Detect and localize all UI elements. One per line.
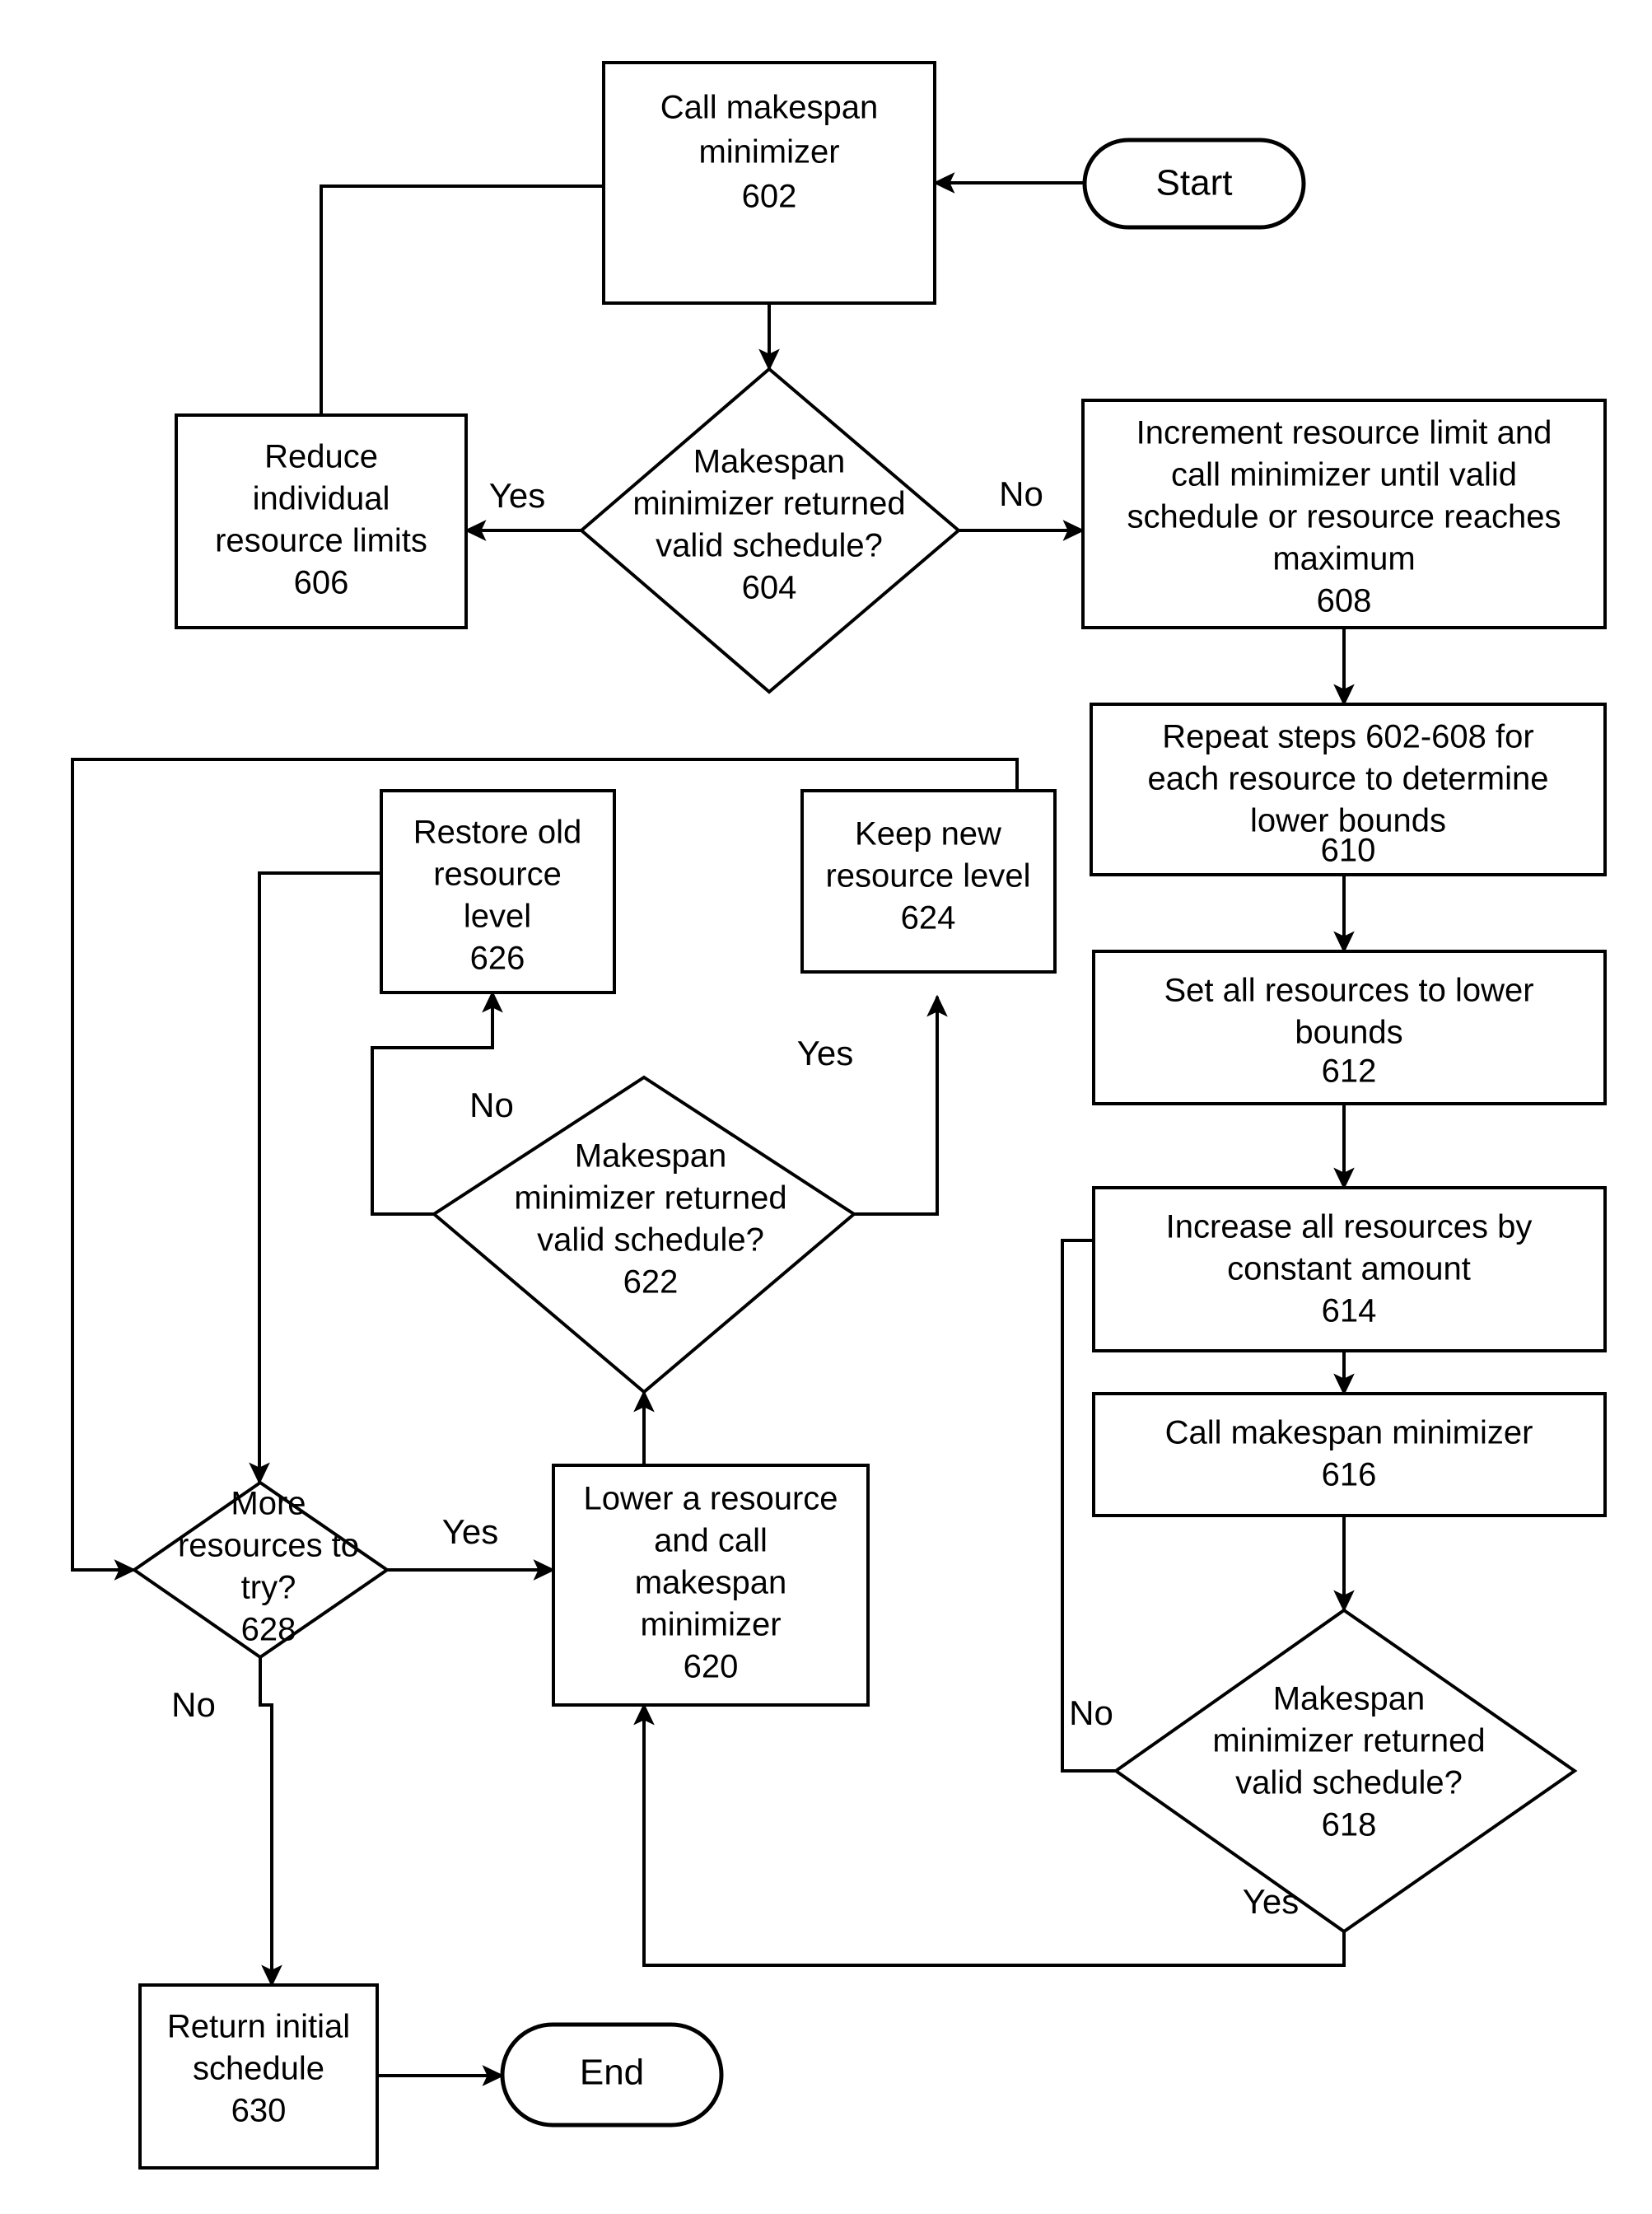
node-608-line-3: maximum xyxy=(1272,541,1415,577)
node-620-line-0: Lower a resource xyxy=(583,1481,838,1517)
node-602[interactable]: Call makespan minimizer 602 xyxy=(602,61,936,305)
node-616[interactable]: Call makespan minimizer 616 xyxy=(1092,1392,1607,1517)
node-614-line-1: constant amount xyxy=(1227,1251,1471,1287)
node-624-line-2: 624 xyxy=(901,900,956,937)
node-620-line-2: makespan xyxy=(635,1565,787,1601)
edge-label-604-no: No xyxy=(999,474,1043,513)
node-608-line-2: schedule or resource reaches xyxy=(1127,499,1561,535)
edge-label-618-yes: Yes xyxy=(1243,1882,1300,1921)
node-618-line-2: valid schedule? xyxy=(1235,1765,1463,1801)
node-616-line-1: 616 xyxy=(1322,1457,1377,1493)
node-606-line-3: 606 xyxy=(294,565,349,601)
node-628-line-1: resources to xyxy=(178,1528,359,1564)
node-624-line-1: resource level xyxy=(825,858,1030,894)
node-end[interactable]: End xyxy=(500,2022,724,2128)
node-622-line-1: minimizer returned xyxy=(514,1180,786,1217)
flowchart-svg: Start Call makespan minimizer 602 Makesp… xyxy=(71,61,1607,2170)
node-604-line-1: minimizer returned xyxy=(632,486,905,522)
node-628-line-2: try? xyxy=(241,1570,296,1606)
node-618-line-3: 618 xyxy=(1322,1807,1377,1843)
node-620[interactable]: Lower a resource and call makespan minim… xyxy=(552,1464,870,1707)
edge-label-622-yes: Yes xyxy=(797,1034,854,1072)
node-612-line-1: bounds xyxy=(1295,1015,1402,1051)
edge-label-604-yes: Yes xyxy=(489,476,546,515)
node-606-line-2: resource limits xyxy=(215,523,427,559)
node-626-line-2: level xyxy=(464,899,531,935)
node-626-line-1: resource xyxy=(433,857,562,893)
node-630-line-1: schedule xyxy=(193,2051,324,2087)
node-618-line-1: minimizer returned xyxy=(1212,1723,1485,1759)
node-628-line-0: More xyxy=(231,1486,306,1522)
node-622[interactable]: Makespan minimizer returned valid schedu… xyxy=(431,1075,857,1394)
node-612[interactable]: Set all resources to lower bounds 612 xyxy=(1092,950,1607,1105)
node-610-line-0: Repeat steps 602-608 for xyxy=(1162,719,1533,755)
node-620-line-3: minimizer xyxy=(640,1607,781,1643)
node-608-line-4: 608 xyxy=(1317,583,1372,619)
node-614-line-0: Increase all resources by xyxy=(1166,1209,1533,1245)
node-602-line-1: minimizer xyxy=(698,134,839,170)
edge-label-618-no: No xyxy=(1069,1693,1113,1732)
node-606-line-0: Reduce xyxy=(264,439,378,475)
node-616-line-0: Call makespan minimizer xyxy=(1165,1415,1533,1451)
node-610-line-1: each resource to determine xyxy=(1148,761,1549,797)
node-618[interactable]: Makespan minimizer returned valid schedu… xyxy=(1113,1608,1578,1934)
node-628-line-3: 628 xyxy=(241,1612,296,1648)
edge-628-no-to-630 xyxy=(259,1657,282,1987)
node-604-line-2: valid schedule? xyxy=(656,528,883,564)
edge-622-yes-to-624 xyxy=(854,994,948,1216)
node-624-line-0: Keep new xyxy=(855,816,1001,852)
node-604-line-0: Makespan xyxy=(693,444,846,480)
node-612-line-2: 612 xyxy=(1322,1053,1377,1090)
node-626-line-0: Restore old xyxy=(413,815,582,851)
node-622-line-2: valid schedule? xyxy=(537,1222,764,1259)
node-630-line-0: Return initial xyxy=(167,2009,350,2045)
node-606-line-1: individual xyxy=(253,481,390,517)
node-608-line-1: call minimizer until valid xyxy=(1171,457,1517,493)
node-608[interactable]: Increment resource limit and call minimi… xyxy=(1081,399,1607,629)
node-630-line-2: 630 xyxy=(231,2093,287,2129)
node-606[interactable]: Reduce individual resource limits 606 xyxy=(175,413,468,629)
node-610-line-3: 610 xyxy=(1321,833,1376,869)
node-626[interactable]: Restore old resource level 626 xyxy=(380,789,616,994)
flowchart-canvas: Start Call makespan minimizer 602 Makesp… xyxy=(0,0,1652,2214)
node-620-line-4: 620 xyxy=(684,1649,739,1685)
edge-label-628-no: No xyxy=(171,1685,216,1724)
node-628[interactable]: More resources to try? 628 xyxy=(131,1480,390,1660)
node-end-label: End xyxy=(580,2053,644,2093)
edge-label-622-no: No xyxy=(469,1086,514,1124)
node-626-line-3: 626 xyxy=(470,941,525,977)
node-622-line-3: 622 xyxy=(623,1264,679,1301)
edge-626-to-628 xyxy=(249,871,381,1485)
node-604-line-3: 604 xyxy=(742,570,797,606)
node-602-line-0: Call makespan xyxy=(660,90,879,126)
node-618-line-0: Makespan xyxy=(1273,1681,1426,1717)
node-602-line-2: 602 xyxy=(742,179,797,215)
node-608-line-0: Increment resource limit and xyxy=(1136,415,1552,451)
node-620-line-1: and call xyxy=(654,1523,768,1559)
node-614[interactable]: Increase all resources by constant amoun… xyxy=(1092,1186,1607,1352)
node-614-line-2: 614 xyxy=(1322,1293,1377,1329)
node-612-line-0: Set all resources to lower xyxy=(1164,973,1533,1009)
node-624[interactable]: Keep new resource level 624 xyxy=(800,789,1057,974)
node-630[interactable]: Return initial schedule 630 xyxy=(138,1983,379,2170)
edge-label-628-yes: Yes xyxy=(442,1512,499,1551)
node-start-label: Start xyxy=(1156,163,1233,203)
node-start[interactable]: Start xyxy=(1082,138,1306,230)
node-622-line-0: Makespan xyxy=(575,1138,727,1175)
node-610[interactable]: Repeat steps 602-608 for each resource t… xyxy=(1090,703,1607,876)
node-604[interactable]: Makespan minimizer returned valid schedu… xyxy=(578,367,962,694)
